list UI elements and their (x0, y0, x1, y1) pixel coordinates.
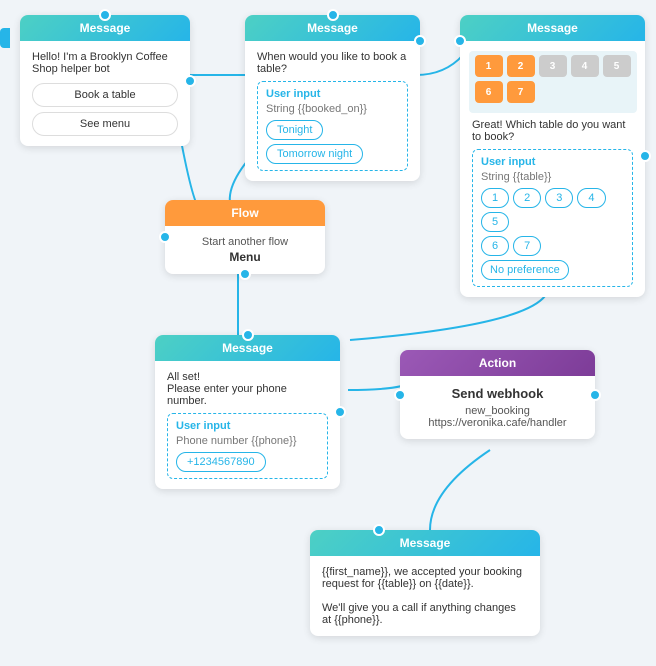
node3-header: Message (460, 15, 645, 41)
table-grid: 1 2 3 4 5 6 7 (475, 55, 631, 103)
node1-out-dot (184, 75, 196, 87)
node2-out-dot (414, 35, 426, 47)
node4-out-dot (239, 268, 251, 280)
node-message-2: Message When would you like to book a ta… (245, 15, 420, 181)
node-flow: Flow Start another flow Menu (165, 200, 325, 274)
tc2: 2 (507, 55, 535, 77)
node-message-7: Message {{first_name}}, we accepted your… (310, 530, 540, 636)
book-table-btn[interactable]: Book a table (32, 83, 178, 107)
node-message-5: Message All set! Please enter your phone… (155, 335, 340, 489)
node6-line1: new_booking (412, 405, 583, 417)
chip-6[interactable]: 6 (481, 236, 509, 256)
chip-2[interactable]: 2 (513, 188, 541, 208)
node2-top-dot (327, 9, 339, 21)
node3-user-input: User input String {{table}} 1 2 3 4 5 6 … (472, 149, 633, 287)
node2-chips: Tonight Tomorrow night (266, 120, 399, 164)
start-button[interactable] (0, 28, 10, 48)
node3-chips-row2: 6 7 No preference (481, 236, 624, 280)
node4-line1: Start another flow (177, 236, 313, 248)
chip-1[interactable]: 1 (481, 188, 509, 208)
node3-chips-row1: 1 2 3 4 5 (481, 188, 624, 232)
node2-input-label: User input (266, 88, 399, 100)
node5-in-dot (242, 329, 254, 341)
node5-chip-row: +1234567890 (176, 452, 319, 472)
tc7: 7 (507, 81, 535, 103)
node3-input-label: User input (481, 156, 624, 168)
see-menu-btn[interactable]: See menu (32, 112, 178, 136)
node3-in-dot (454, 35, 466, 47)
node6-title: Send webhook (412, 386, 583, 401)
node6-line2: https://veronika.cafe/handler (412, 417, 583, 429)
chip-7[interactable]: 7 (513, 236, 541, 256)
node2-user-input: User input String {{booked_on}} Tonight … (257, 81, 408, 171)
tc6: 6 (475, 81, 503, 103)
node-message-1: Message Hello! I'm a Brooklyn Coffee Sho… (20, 15, 190, 146)
tomorrow-night-chip[interactable]: Tomorrow night (266, 144, 363, 164)
node-message-3: Message 1 2 3 4 5 6 7 Great! Which table… (460, 15, 645, 297)
chip-3[interactable]: 3 (545, 188, 573, 208)
chip-no-pref[interactable]: No preference (481, 260, 569, 280)
node-action: Action Send webhook new_booking https://… (400, 350, 595, 439)
node6-out-dot (589, 389, 601, 401)
node3-out-dot (639, 150, 651, 162)
node3-text: Great! Which table do you want to book? (472, 119, 633, 143)
node4-header: Flow (165, 200, 325, 226)
tonight-chip[interactable]: Tonight (266, 120, 323, 140)
tc1: 1 (475, 55, 503, 77)
canvas: Message Hello! I'm a Brooklyn Coffee Sho… (0, 0, 656, 666)
node7-in-dot (373, 524, 385, 536)
node5-input-var: Phone number {{phone}} (176, 435, 319, 447)
node3-input-var: String {{table}} (481, 171, 624, 183)
node5-user-input: User input Phone number {{phone}} +12345… (167, 413, 328, 479)
node5-text2: Please enter your phone number. (167, 383, 328, 407)
node5-out-dot (334, 406, 346, 418)
tc4: 4 (571, 55, 599, 77)
tc3: 3 (539, 55, 567, 77)
chip-5[interactable]: 5 (481, 212, 509, 232)
node7-header: Message (310, 530, 540, 556)
phone-chip[interactable]: +1234567890 (176, 452, 266, 472)
node4-in-dot (159, 231, 171, 243)
chip-4[interactable]: 4 (577, 188, 605, 208)
node5-input-label: User input (176, 420, 319, 432)
tc5: 5 (603, 55, 631, 77)
node1-top-dot (99, 9, 111, 21)
node1-text: Hello! I'm a Brooklyn Coffee Shop helper… (32, 51, 178, 75)
node6-header: Action (400, 350, 595, 376)
node7-text: {{first_name}}, we accepted your booking… (322, 566, 528, 626)
node2-input-var: String {{booked_on}} (266, 103, 399, 115)
node2-text: When would you like to book a table? (257, 51, 408, 75)
node6-in-dot (394, 389, 406, 401)
node5-text1: All set! (167, 371, 328, 383)
node4-line2: Menu (177, 250, 313, 264)
